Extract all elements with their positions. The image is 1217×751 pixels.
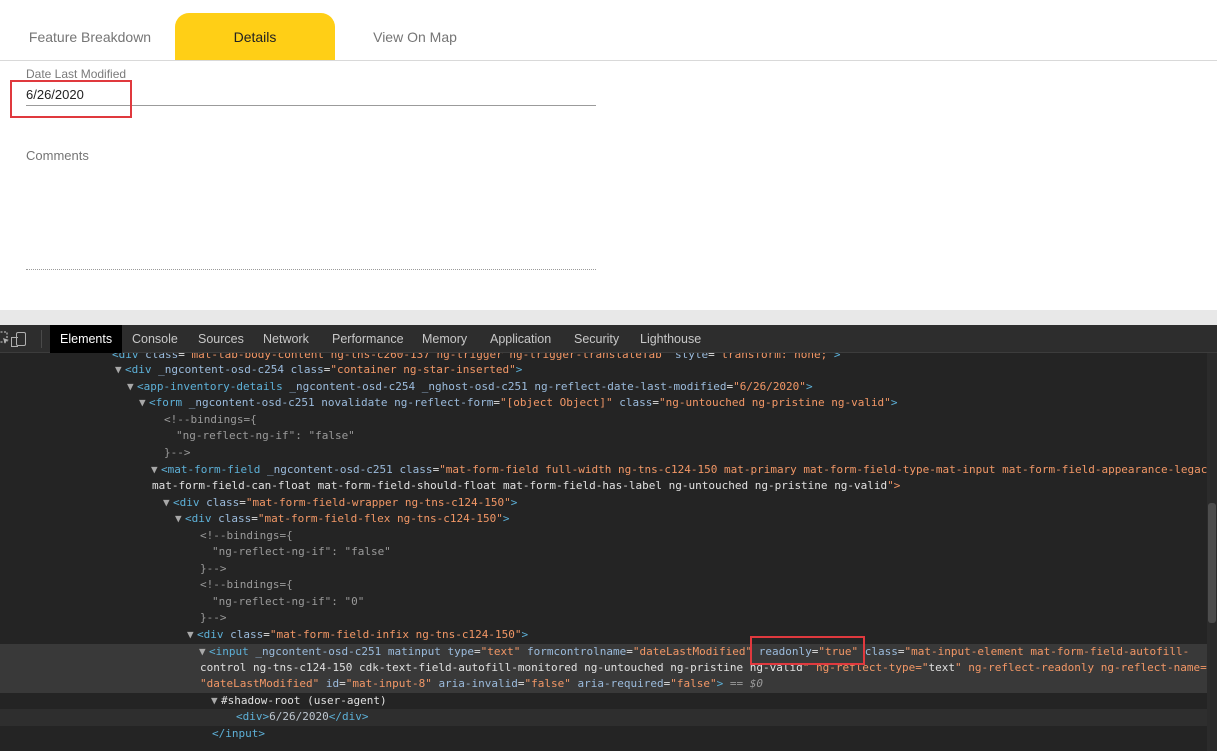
dom-node-line[interactable]: "ng-reflect-ng-if": "false": [0, 544, 1217, 561]
elements-dom-tree[interactable]: <div class="mat-tab-body-content ng-tns-…: [0, 353, 1217, 751]
dom-scroll-thumb[interactable]: [1208, 503, 1216, 623]
dom-node-line[interactable]: }-->: [0, 610, 1217, 627]
expand-triangle-icon[interactable]: ▼: [187, 628, 194, 641]
expand-triangle-icon[interactable]: ▼: [139, 396, 146, 409]
dom-node-line[interactable]: ▼ #shadow-root (user-agent): [0, 693, 1217, 710]
devtools-tab-lighthouse[interactable]: Lighthouse: [630, 325, 711, 353]
inspect-element-icon[interactable]: [0, 331, 10, 345]
date-last-modified-input[interactable]: [26, 84, 596, 106]
date-last-modified-label: Date Last Modified: [26, 67, 127, 81]
dom-node-line[interactable]: ▼ <form _ngcontent-osd-c251 novalidate ng…: [0, 395, 1217, 412]
devtools-tab-elements[interactable]: Elements: [50, 325, 123, 353]
dom-node-line[interactable]: ▼ <div _ngcontent-osd-c254 class="contain…: [0, 362, 1217, 379]
dom-node-line[interactable]: "ng-reflect-ng-if": "false": [0, 428, 1217, 445]
devtools-tab-application[interactable]: Application: [480, 325, 561, 353]
comments-textarea[interactable]: [26, 170, 596, 270]
devtools-tab-memory[interactable]: Memory: [412, 325, 477, 353]
dom-node-line[interactable]: "dateLastModified" id="mat-input-8" aria…: [0, 676, 1217, 693]
tab-details[interactable]: Details: [175, 13, 335, 60]
app-content: Feature Breakdown Details View On Map Da…: [0, 0, 1217, 310]
panel-divider: [0, 310, 1217, 325]
expand-triangle-icon[interactable]: ▼: [163, 496, 170, 509]
expand-triangle-icon[interactable]: ▼: [199, 645, 206, 658]
dom-node-line[interactable]: control ng-tns-c124-150 cdk-text-field-a…: [0, 660, 1217, 677]
devtools-tab-performance[interactable]: Performance: [322, 325, 414, 353]
dom-node-line[interactable]: <div>6/26/2020</div>: [0, 709, 1217, 726]
dom-node-line[interactable]: ▼ <mat-form-field _ngcontent-osd-c251 cla…: [0, 462, 1217, 479]
dom-node-line[interactable]: <!--bindings={: [0, 528, 1217, 545]
comments-label: Comments: [26, 148, 89, 163]
dom-node-line[interactable]: <!--bindings={: [0, 412, 1217, 429]
dom-node-line[interactable]: ▼ <input _ngcontent-osd-c251 matinput typ…: [0, 644, 1217, 661]
devtools-tab-sources[interactable]: Sources: [188, 325, 254, 353]
dom-scrollbar[interactable]: [1207, 353, 1217, 751]
device-toolbar-icon[interactable]: [11, 332, 26, 347]
devtools-toolbar: Elements Console Sources Network Perform…: [0, 325, 1217, 353]
dom-node-line[interactable]: ▼ <div class="mat-form-field-infix ng-tns…: [0, 627, 1217, 644]
dom-node-line[interactable]: <!--bindings={: [0, 577, 1217, 594]
devtools-tab-console[interactable]: Console: [122, 325, 188, 353]
dom-node-line[interactable]: "ng-reflect-ng-if": "0": [0, 594, 1217, 611]
expand-triangle-icon[interactable]: ▼: [151, 463, 158, 476]
dom-node-line[interactable]: }-->: [0, 445, 1217, 462]
dom-node-line[interactable]: mat-form-field-can-float mat-form-field-…: [0, 478, 1217, 495]
devtools-tab-network[interactable]: Network: [253, 325, 319, 353]
expand-triangle-icon[interactable]: ▼: [115, 363, 122, 376]
tab-feature-breakdown[interactable]: Feature Breakdown: [10, 13, 170, 60]
toolbar-separator: [41, 330, 42, 348]
expand-triangle-icon[interactable]: ▼: [127, 380, 134, 393]
tab-bar: Feature Breakdown Details View On Map: [0, 0, 1217, 61]
dom-node-line[interactable]: </input>: [0, 726, 1217, 743]
devtools-panel: Elements Console Sources Network Perform…: [0, 325, 1217, 751]
expand-triangle-icon[interactable]: ▼: [175, 512, 182, 525]
dom-node-line[interactable]: }-->: [0, 561, 1217, 578]
dom-node-line[interactable]: ▼ <div class="mat-form-field-flex ng-tns-…: [0, 511, 1217, 528]
tab-view-on-map[interactable]: View On Map: [335, 13, 495, 60]
dom-node-line[interactable]: ▼ <app-inventory-details _ngcontent-osd-c…: [0, 379, 1217, 396]
expand-triangle-icon[interactable]: ▼: [211, 694, 218, 707]
dom-node-line[interactable]: ▼ <div class="mat-form-field-wrapper ng-t…: [0, 495, 1217, 512]
devtools-tab-security[interactable]: Security: [564, 325, 629, 353]
